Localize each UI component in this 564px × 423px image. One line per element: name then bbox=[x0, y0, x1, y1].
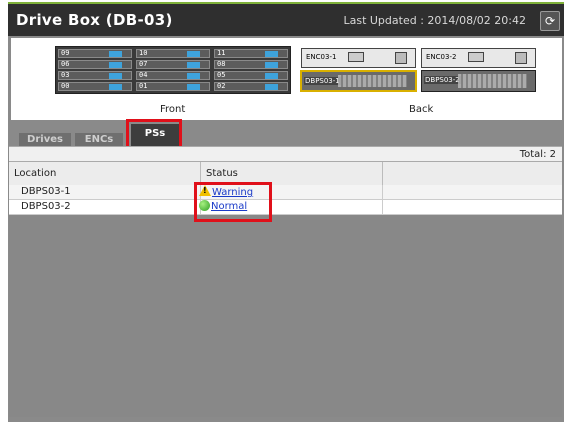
last-updated-text: Last Updated : 2014/08/02 20:42 bbox=[343, 14, 526, 27]
enc-label: ENC03-1 bbox=[306, 53, 337, 61]
enc-label: ENC03-2 bbox=[426, 53, 457, 61]
drive-slot[interactable]: 06 bbox=[58, 60, 132, 69]
enc-module[interactable]: ENC03-2 bbox=[421, 48, 536, 68]
ps-module-selected[interactable]: DBPS03-1 bbox=[300, 70, 417, 92]
drive-slot[interactable]: 07 bbox=[136, 60, 210, 69]
drive-slot[interactable]: 05 bbox=[214, 71, 288, 80]
slot-number: 05 bbox=[217, 71, 226, 79]
drive-slot[interactable]: 03 bbox=[58, 71, 132, 80]
refresh-icon[interactable]: ⟳ bbox=[540, 11, 560, 31]
ps-table: Location Status DBPS03-1 ! Warning DBPS03… bbox=[9, 162, 562, 417]
total-count: Total: 2 bbox=[519, 149, 556, 160]
drive-slot[interactable]: 00 bbox=[58, 82, 132, 91]
drive-slot[interactable]: 11 bbox=[214, 49, 288, 58]
table-row[interactable]: DBPS03-1 ! Warning bbox=[9, 185, 562, 200]
slot-number: 00 bbox=[61, 82, 70, 90]
slot-number: 08 bbox=[217, 60, 226, 68]
drive-led bbox=[187, 62, 200, 68]
slot-number: 06 bbox=[61, 60, 70, 68]
drive-led bbox=[109, 84, 122, 90]
drive-led bbox=[109, 73, 122, 79]
slot-number: 01 bbox=[139, 82, 148, 90]
tab-encs[interactable]: ENCs bbox=[75, 133, 123, 147]
port-icon bbox=[468, 52, 484, 62]
column-header-location[interactable]: Location bbox=[9, 162, 201, 185]
drive-led bbox=[109, 51, 122, 57]
back-label: Back bbox=[409, 104, 434, 115]
drive-led bbox=[109, 62, 122, 68]
column-header-empty bbox=[383, 162, 562, 185]
highlight-box-status bbox=[194, 182, 272, 222]
window-title: Drive Box (DB-03) bbox=[16, 11, 173, 29]
slot-number: 11 bbox=[217, 49, 226, 57]
port-icon bbox=[395, 52, 407, 64]
ps-label: DBPS03-2 bbox=[424, 76, 461, 84]
drive-led bbox=[265, 73, 278, 79]
port-icon bbox=[515, 52, 527, 64]
slot-number: 09 bbox=[61, 49, 70, 57]
drive-slot[interactable]: 04 bbox=[136, 71, 210, 80]
ps-label: DBPS03-1 bbox=[304, 77, 341, 85]
drive-slot[interactable]: 01 bbox=[136, 82, 210, 91]
drive-led bbox=[265, 84, 278, 90]
slot-number: 02 bbox=[217, 82, 226, 90]
table-row[interactable]: DBPS03-2 Normal bbox=[9, 200, 562, 215]
location-cell: DBPS03-2 bbox=[9, 200, 201, 214]
total-bar: Total: 2 bbox=[9, 146, 562, 162]
drive-slot[interactable]: 09 bbox=[58, 49, 132, 58]
drive-box-diagram: 09 10 11 06 07 08 03 04 05 00 01 02 Fron… bbox=[11, 38, 562, 120]
fan-grille bbox=[338, 75, 407, 87]
drive-slot[interactable]: 08 bbox=[214, 60, 288, 69]
drive-led bbox=[265, 51, 278, 57]
drive-led bbox=[265, 62, 278, 68]
drive-led bbox=[187, 84, 200, 90]
ps-module[interactable]: DBPS03-2 bbox=[421, 70, 536, 92]
table-header: Location Status bbox=[9, 162, 562, 186]
slot-number: 07 bbox=[139, 60, 148, 68]
fan-grille bbox=[458, 74, 527, 88]
tab-drives[interactable]: Drives bbox=[19, 133, 71, 147]
drive-led bbox=[187, 51, 200, 57]
drive-slot[interactable]: 10 bbox=[136, 49, 210, 58]
slot-number: 10 bbox=[139, 49, 148, 57]
title-bar: Drive Box (DB-03) Last Updated : 2014/08… bbox=[8, 4, 564, 36]
drive-led bbox=[187, 73, 200, 79]
slot-number: 03 bbox=[61, 71, 70, 79]
slot-number: 04 bbox=[139, 71, 148, 79]
port-icon bbox=[348, 52, 364, 62]
front-label: Front bbox=[160, 104, 186, 115]
location-cell: DBPS03-1 bbox=[9, 185, 201, 199]
front-panel: 09 10 11 06 07 08 03 04 05 00 01 02 bbox=[55, 46, 291, 94]
drive-slot[interactable]: 02 bbox=[214, 82, 288, 91]
enc-module[interactable]: ENC03-1 bbox=[301, 48, 416, 68]
